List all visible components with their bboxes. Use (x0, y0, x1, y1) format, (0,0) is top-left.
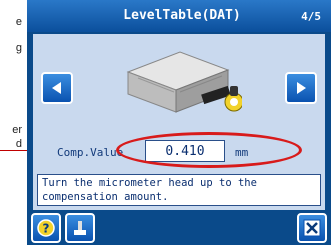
close-icon (303, 219, 321, 237)
highlight-ellipse (116, 132, 302, 168)
margin-text-2: g (15, 42, 22, 54)
margin-text-1: e (15, 16, 22, 28)
instruction-message: Turn the micrometer head up to the compe… (37, 174, 321, 206)
footer-bar: ? (27, 210, 331, 245)
help-icon: ? (37, 219, 55, 237)
svg-text:?: ? (43, 222, 50, 236)
tool-button[interactable] (65, 213, 95, 243)
margin-text-3: er (12, 124, 22, 136)
micrometer-illustration (126, 51, 242, 113)
screen-title: LevelTable(DAT) (123, 8, 241, 23)
comp-value-label: Comp.Value (57, 146, 124, 159)
tool-icon (74, 221, 86, 235)
device-screen: LevelTable(DAT) 4/5 Comp.Value 0.410 mm … (27, 0, 331, 245)
help-button[interactable]: ? (31, 213, 61, 243)
arrow-left-icon (52, 82, 61, 94)
next-button[interactable] (285, 72, 317, 104)
header-bar: LevelTable(DAT) 4/5 (27, 0, 331, 32)
content-panel: Comp.Value 0.410 mm Turn the micrometer … (33, 34, 325, 210)
arrow-right-icon (297, 82, 306, 94)
page-indicator: 4/5 (301, 10, 321, 23)
prev-button[interactable] (41, 72, 73, 104)
close-button[interactable] (297, 213, 327, 243)
